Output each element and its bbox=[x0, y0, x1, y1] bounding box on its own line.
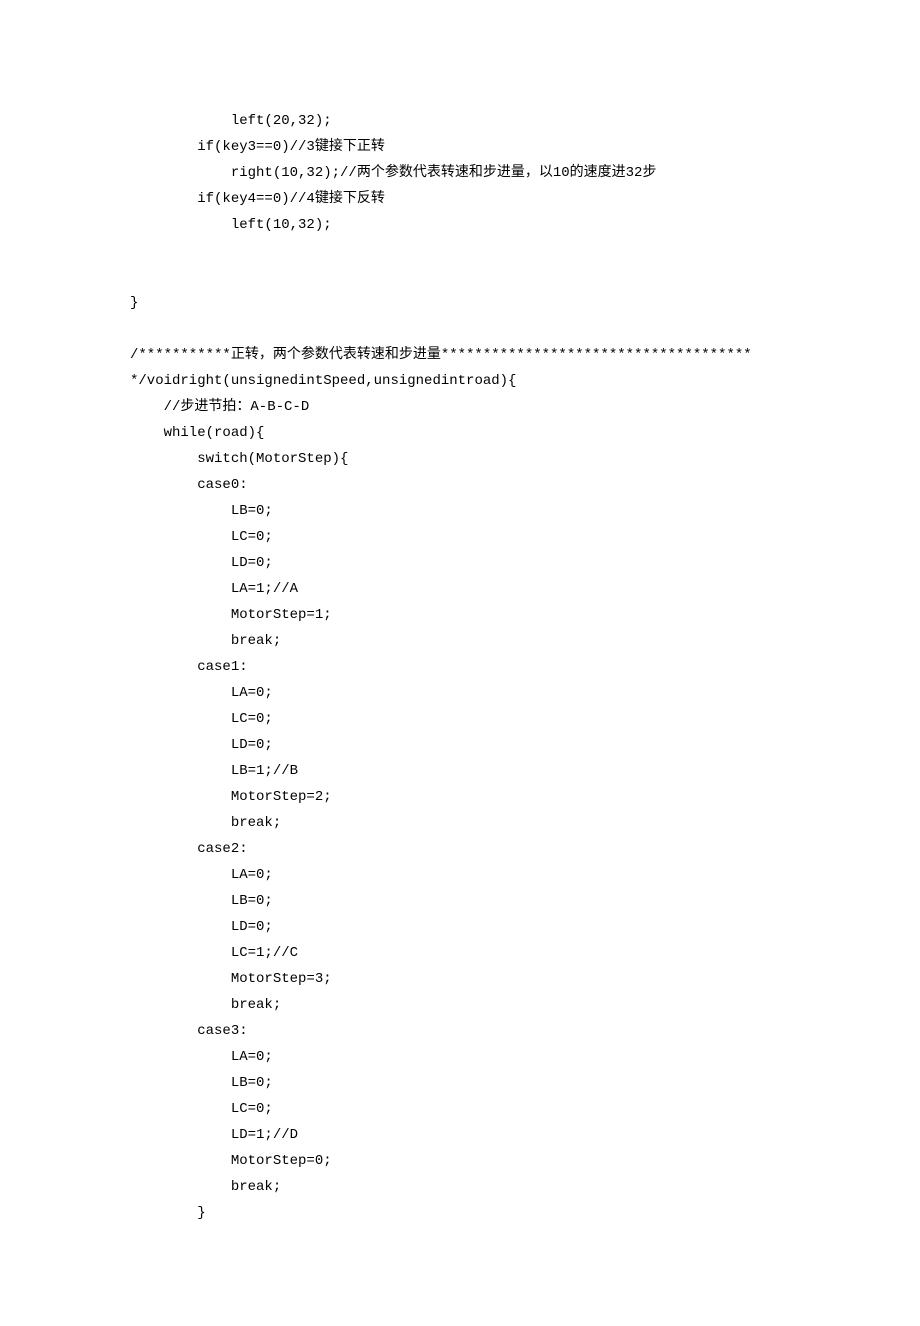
code-line: /***********正转，两个参数代表转速和步进量*************… bbox=[130, 342, 790, 368]
code-line: case1: bbox=[130, 654, 790, 680]
code-line bbox=[130, 264, 790, 290]
code-line: LA=0; bbox=[130, 680, 790, 706]
code-line: LC=0; bbox=[130, 706, 790, 732]
code-line: case0: bbox=[130, 472, 790, 498]
code-line: LA=0; bbox=[130, 862, 790, 888]
code-line: } bbox=[130, 290, 790, 316]
code-line: break; bbox=[130, 1174, 790, 1200]
code-line: left(20,32); bbox=[130, 108, 790, 134]
code-line: LD=0; bbox=[130, 732, 790, 758]
code-line: LA=1;//A bbox=[130, 576, 790, 602]
code-line: case2: bbox=[130, 836, 790, 862]
code-line: LC=0; bbox=[130, 1096, 790, 1122]
code-line: LD=0; bbox=[130, 914, 790, 940]
code-line: LA=0; bbox=[130, 1044, 790, 1070]
code-line: LB=1;//B bbox=[130, 758, 790, 784]
code-line: LC=0; bbox=[130, 524, 790, 550]
code-line: } bbox=[130, 1200, 790, 1226]
code-line: MotorStep=2; bbox=[130, 784, 790, 810]
document-page: left(20,32); if(key3==0)//3键接下正转 right(1… bbox=[0, 0, 920, 1326]
code-line: LB=0; bbox=[130, 888, 790, 914]
code-line bbox=[130, 316, 790, 342]
code-line: right(10,32);//两个参数代表转速和步进量，以10的速度进32步 bbox=[130, 160, 790, 186]
code-line: if(key4==0)//4键接下反转 bbox=[130, 186, 790, 212]
code-line: break; bbox=[130, 992, 790, 1018]
code-line: MotorStep=3; bbox=[130, 966, 790, 992]
code-line: if(key3==0)//3键接下正转 bbox=[130, 134, 790, 160]
code-line: */voidright(unsignedintSpeed,unsignedint… bbox=[130, 368, 790, 394]
code-line: LD=1;//D bbox=[130, 1122, 790, 1148]
code-line: LB=0; bbox=[130, 498, 790, 524]
code-line: left(10,32); bbox=[130, 212, 790, 238]
code-line: //步进节拍：A-B-C-D bbox=[130, 394, 790, 420]
code-line: break; bbox=[130, 810, 790, 836]
code-line: MotorStep=1; bbox=[130, 602, 790, 628]
code-line: LB=0; bbox=[130, 1070, 790, 1096]
code-line: while(road){ bbox=[130, 420, 790, 446]
code-line: break; bbox=[130, 628, 790, 654]
code-line bbox=[130, 238, 790, 264]
code-line: LD=0; bbox=[130, 550, 790, 576]
code-line: LC=1;//C bbox=[130, 940, 790, 966]
code-line: MotorStep=0; bbox=[130, 1148, 790, 1174]
code-line: case3: bbox=[130, 1018, 790, 1044]
code-line: switch(MotorStep){ bbox=[130, 446, 790, 472]
